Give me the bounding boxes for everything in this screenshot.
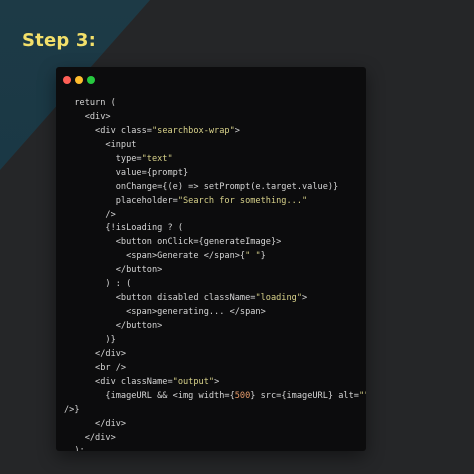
code-token: > xyxy=(234,125,240,136)
code-line: <div class="searchbox-wrap"> xyxy=(64,125,364,139)
code-line: />} xyxy=(64,404,364,418)
code-token: ) : ( xyxy=(64,279,132,290)
code-token: </div> xyxy=(64,432,116,443)
code-line: <input xyxy=(64,139,364,153)
code-token: </button> xyxy=(64,265,163,276)
code-line: </button> xyxy=(64,320,364,334)
code-line: <span>generating... </span> xyxy=(64,306,364,320)
code-token: <span>generating... </span> xyxy=(64,307,266,318)
code-token: <input xyxy=(64,139,137,150)
window-controls xyxy=(63,76,95,84)
code-line: <span>Generate </span>{" "} xyxy=(64,250,364,264)
code-token: /> xyxy=(64,209,116,220)
code-editor-window: return ( <div> <div class="searchbox-wra… xyxy=(56,67,366,451)
code-token-string: "Search for something..." xyxy=(177,195,308,206)
code-token-number: 500 xyxy=(234,390,251,401)
code-token: <span>Generate </span>{ xyxy=(64,251,246,262)
code-block: return ( <div> <div class="searchbox-wra… xyxy=(64,97,366,451)
code-line: </button> xyxy=(64,264,364,278)
code-line: </div> xyxy=(64,418,364,432)
code-token: />} xyxy=(64,404,80,415)
code-token-string: "text" xyxy=(141,153,173,164)
code-token: <div className= xyxy=(64,376,173,387)
code-token: <div class= xyxy=(64,125,152,136)
code-token: <div> xyxy=(64,111,111,122)
code-line: /> xyxy=(64,209,364,223)
code-token: } xyxy=(260,251,266,262)
code-token: </div> xyxy=(64,418,127,429)
code-token: value={prompt} xyxy=(64,167,189,178)
code-token: return ( xyxy=(64,98,116,108)
code-token-string: "output" xyxy=(172,376,215,387)
code-token-string: "loading" xyxy=(255,293,303,304)
code-line: {imageURL && <img width={500} src={image… xyxy=(64,390,366,404)
code-token: <button onClick={generateImage}> xyxy=(64,237,282,248)
code-line: return ( xyxy=(64,97,364,111)
code-token-string: "" xyxy=(358,390,366,401)
code-token-string: "searchbox-wrap" xyxy=(151,125,235,136)
code-line: onChange={(e) => setPrompt(e.target.valu… xyxy=(64,181,364,195)
minimize-dot-icon xyxy=(75,76,83,84)
code-line: </div> xyxy=(64,348,364,362)
code-token: {imageURL && <img width={ xyxy=(64,390,235,401)
code-token: )} xyxy=(64,334,116,345)
code-token: > xyxy=(302,293,308,304)
code-line: type="text" xyxy=(64,153,364,167)
code-token: > xyxy=(214,376,220,387)
code-line: <button onClick={generateImage}> xyxy=(64,236,364,250)
code-token: </button> xyxy=(64,321,163,331)
code-line: <div className="output"> xyxy=(64,376,364,390)
code-line: <br /> xyxy=(64,362,364,376)
code-line: ); xyxy=(64,445,364,451)
code-line: )} xyxy=(64,334,364,348)
close-dot-icon xyxy=(63,76,71,84)
code-token: </div> xyxy=(64,348,127,359)
code-token: <br /> xyxy=(64,362,127,373)
code-line: <div> xyxy=(64,111,364,125)
code-line: value={prompt} xyxy=(64,167,364,181)
code-line: <button disabled className="loading"> xyxy=(64,292,364,306)
code-line: </div> xyxy=(64,432,364,446)
step-title: Step 3: xyxy=(22,30,97,51)
code-token: } src={imageURL} alt= xyxy=(250,390,359,401)
code-line: placeholder="Search for something..." xyxy=(64,195,364,209)
code-line: ) : ( xyxy=(64,278,364,292)
code-line: {!isLoading ? ( xyxy=(64,222,364,236)
code-token: {!isLoading ? ( xyxy=(64,223,183,234)
code-token-string: " " xyxy=(245,251,261,262)
code-token: onChange={(e) => setPrompt(e.target.valu… xyxy=(64,181,339,192)
code-token: ); xyxy=(64,446,84,451)
maximize-dot-icon xyxy=(87,76,95,84)
code-token: type= xyxy=(64,153,142,164)
code-token: <button disabled className= xyxy=(64,293,256,304)
code-token: placeholder= xyxy=(64,195,178,206)
